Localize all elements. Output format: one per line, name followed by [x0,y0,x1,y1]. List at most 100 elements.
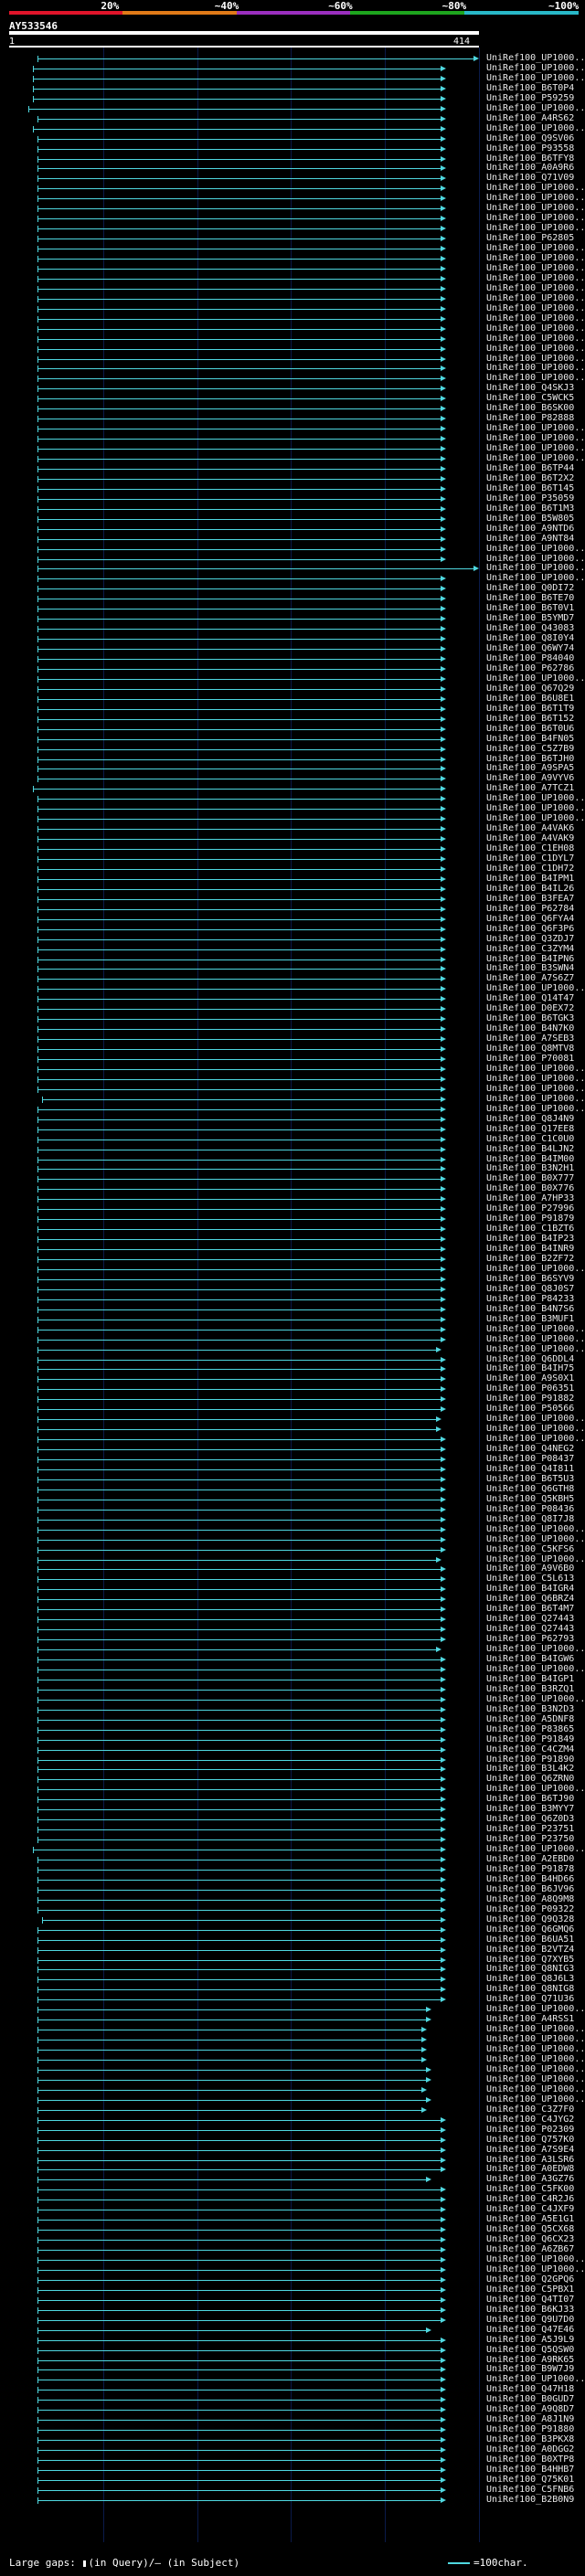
hit-bar[interactable] [37,1739,441,1741]
hit-bar[interactable] [37,979,441,981]
hit-bar[interactable] [37,908,441,910]
hit-bar[interactable] [37,1169,441,1171]
hit-bar[interactable] [37,2339,441,2341]
hit-bar[interactable] [37,558,441,560]
hit-bar[interactable] [37,1559,437,1561]
hit-bar[interactable] [37,668,441,670]
hit-bar[interactable] [37,2450,441,2452]
hit-bar[interactable] [37,1459,441,1460]
hit-bar[interactable] [37,859,441,860]
hit-bar[interactable] [37,508,441,510]
hit-bar[interactable] [37,228,441,230]
hit-bar[interactable] [37,639,441,641]
hit-bar[interactable] [37,2050,423,2051]
hit-bar[interactable] [37,1068,441,1070]
hit-bar[interactable] [37,1839,441,1841]
hit-bar[interactable] [37,1619,441,1621]
hit-bar[interactable] [37,338,441,340]
hit-bar[interactable] [37,1039,441,1041]
hit-bar[interactable] [37,188,441,190]
hit-bar[interactable] [37,488,441,490]
hit-bar[interactable] [37,398,441,400]
hit-bar[interactable] [37,1579,441,1581]
hit-bar[interactable] [37,1229,441,1231]
hit-bar[interactable] [37,1539,441,1541]
hit-bar[interactable] [37,2179,428,2181]
hit-bar[interactable] [37,1029,441,1031]
hit-bar[interactable] [37,2069,428,2071]
hit-bar[interactable] [37,2189,441,2191]
hit-bar[interactable] [37,2240,441,2242]
hit-bar[interactable] [37,1819,441,1821]
hit-bar[interactable] [37,649,441,651]
hit-bar[interactable] [37,849,441,851]
hit-bar[interactable] [37,328,441,330]
hit-name[interactable]: UniRef100_B2B0N9 [486,2495,574,2506]
hit-bar[interactable] [37,2079,428,2081]
hit-bar[interactable] [37,548,441,550]
hit-bar[interactable] [32,789,441,790]
hit-bar[interactable] [37,1249,441,1251]
hit-bar[interactable] [37,1199,441,1201]
hit-bar[interactable] [37,1369,441,1371]
hit-bar[interactable] [37,1759,441,1761]
hit-bar[interactable] [37,758,441,760]
hit-bar[interactable] [37,1468,441,1470]
hit-bar[interactable] [37,1709,441,1711]
hit-bar[interactable] [37,2159,441,2161]
hit-bar[interactable] [37,2040,423,2041]
hit-bar[interactable] [37,898,441,900]
hit-bar[interactable] [37,2009,428,2011]
hit-bar[interactable] [37,2410,441,2412]
hit-bar[interactable] [37,1979,441,1981]
hit-bar[interactable] [37,1489,441,1490]
hit-bar[interactable] [37,1999,441,2001]
hit-bar[interactable] [32,78,441,80]
hit-bar[interactable] [37,1989,441,1991]
hit-bar[interactable] [37,1399,441,1401]
hit-bar[interactable] [37,809,441,811]
hit-bar[interactable] [37,708,441,710]
hit-bar[interactable] [37,938,441,940]
hit-bar[interactable] [37,1288,441,1290]
hit-bar[interactable] [37,1189,441,1191]
hit-bar[interactable] [37,989,441,991]
hit-bar[interactable] [37,1268,441,1270]
hit-bar[interactable] [37,288,441,290]
hit-bar[interactable] [37,1779,441,1781]
hit-bar[interactable] [37,58,474,59]
hit-bar[interactable] [37,1949,441,1951]
hit-bar[interactable] [37,1309,441,1310]
hit-bar[interactable] [37,518,441,520]
hit-bar[interactable] [37,1749,441,1751]
hit-bar[interactable] [37,298,441,300]
hit-bar[interactable] [37,2430,441,2432]
hit-bar[interactable] [37,528,441,530]
hit-row[interactable]: UniRef100_B2B0N9 [0,2495,585,2506]
hit-bar[interactable] [37,2309,441,2311]
hit-bar[interactable] [37,2139,441,2141]
hit-bar[interactable] [37,1379,441,1381]
hit-bar[interactable] [37,1899,441,1901]
hit-bar[interactable] [37,2169,441,2171]
hit-bar[interactable] [37,1299,441,1300]
hit-bar[interactable] [32,88,441,90]
hit-bar[interactable] [37,748,441,750]
hit-bar[interactable] [37,158,441,160]
hit-bar[interactable] [37,2019,428,2021]
hit-bar[interactable] [37,1689,441,1691]
hit-bar[interactable] [37,1589,441,1591]
hit-bar[interactable] [37,1969,441,1971]
hit-bar[interactable] [37,2129,441,2131]
hit-bar[interactable] [37,629,441,631]
hit-bar[interactable] [37,1118,441,1120]
hit-bar[interactable] [32,128,441,130]
hit-bar[interactable] [37,2420,441,2422]
hit-bar[interactable] [37,378,441,380]
hit-bar[interactable] [37,578,441,580]
hit-bar[interactable] [37,348,441,350]
hit-bar[interactable] [37,1059,441,1060]
hit-bar[interactable] [37,718,441,720]
hit-bar[interactable] [37,2250,441,2252]
hit-bar[interactable] [37,1278,441,1280]
